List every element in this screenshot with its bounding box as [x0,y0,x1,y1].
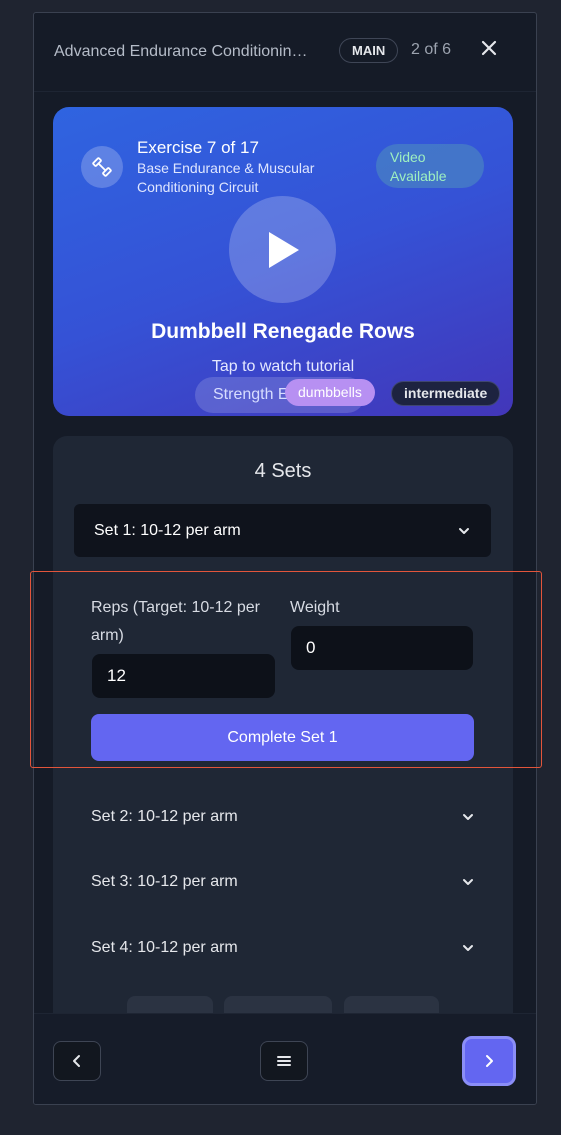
header-divider [34,91,536,92]
exercise-number: Exercise 7 of 17 [137,138,259,157]
next-button[interactable] [462,1036,516,1086]
dumbbell-icon [81,146,123,188]
tap-hint: Tap to watch tutorial [211,358,355,375]
set-1-dropdown[interactable]: Set 1: 10-12 per arm [74,504,491,557]
close-icon[interactable] [478,39,500,61]
set-3-row[interactable]: Set 3: 10-12 per arm [91,862,475,902]
workout-title: Advanced Endurance Conditionin… [54,43,308,60]
active-set-highlight [30,571,542,768]
exercise-panel: Advanced Endurance Conditionin… MAIN 2 o… [33,12,537,1105]
set-4-label: Set 4: 10-12 per arm [91,939,238,956]
exercise-video-card[interactable]: Exercise 7 of 17 Base Endurance & Muscul… [53,107,513,416]
set-2-row[interactable]: Set 2: 10-12 per arm [91,797,475,837]
footer-nav [34,1013,536,1104]
level-tag: intermediate [391,381,501,406]
panel-header: Advanced Endurance Conditionin… MAIN 2 o… [34,13,536,91]
video-available-badge: Video Available [376,144,484,188]
chevron-down-icon [463,814,473,820]
set-1-label: Set 1: 10-12 per arm [94,521,241,539]
previous-button[interactable] [53,1041,101,1081]
chevron-down-icon [463,945,473,951]
sets-title: 4 Sets [254,460,312,482]
set-2-label: Set 2: 10-12 per arm [91,808,238,825]
chevron-right-icon [486,1055,493,1067]
menu-button[interactable] [260,1041,308,1081]
section-badge: MAIN [339,38,399,63]
menu-icon [277,1056,291,1066]
chevron-down-icon [459,527,469,534]
chevron-down-icon [463,879,473,885]
equipment-tag: dumbbells [285,379,375,406]
chevron-left-icon [73,1055,80,1067]
exercise-name: Dumbbell Renegade Rows [151,320,415,343]
play-button[interactable] [229,196,336,303]
play-icon [268,231,299,268]
set-4-row[interactable]: Set 4: 10-12 per arm [91,928,475,968]
progress-count: 2 of 6 [411,41,452,58]
circuit-name: Base Endurance & Muscular Conditioning C… [137,160,315,195]
set-3-label: Set 3: 10-12 per arm [91,873,238,890]
